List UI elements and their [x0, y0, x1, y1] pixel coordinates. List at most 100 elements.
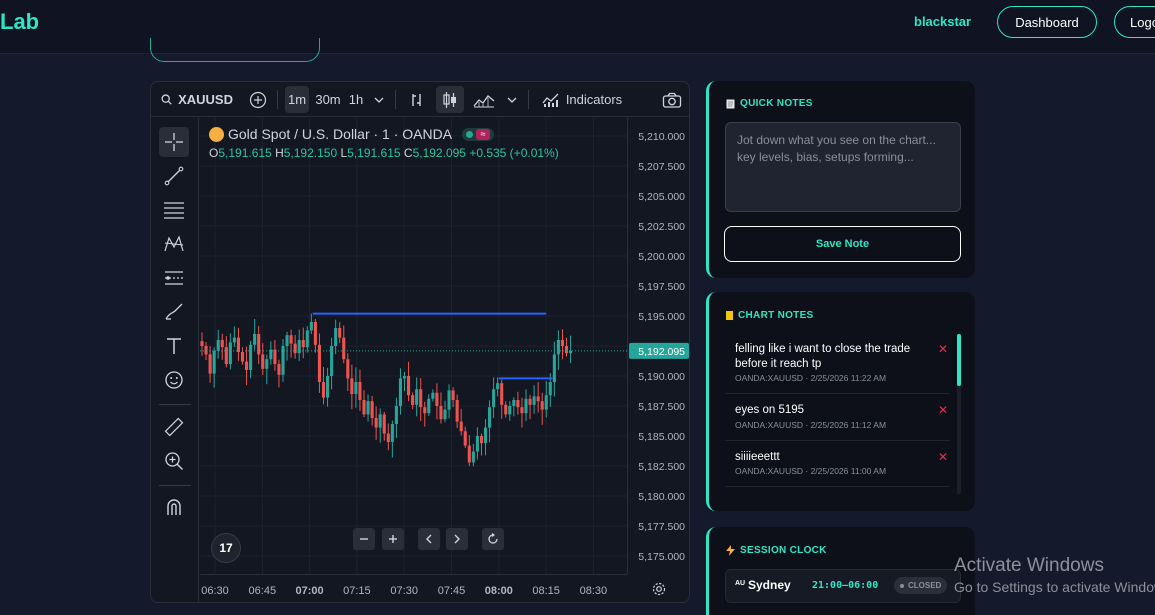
crosshair-icon [165, 133, 183, 151]
note-item[interactable]: felling like i want to close the trade b… [725, 334, 950, 394]
save-note-button[interactable]: Save Note [724, 226, 961, 262]
status-dot-icon [466, 130, 474, 138]
candles-chart-type[interactable] [436, 86, 464, 113]
candle-body [402, 376, 407, 379]
smiley-icon [165, 371, 183, 389]
candle-body [455, 400, 459, 422]
candle-body [293, 343, 297, 354]
drawing-toolbar [151, 118, 199, 602]
session-clock-card: SESSION CLOCK AU Sydney 21:00–06:00 CLOS… [706, 527, 975, 615]
candle-body [427, 398, 431, 414]
add-circle-icon [249, 91, 267, 108]
note-item[interactable]: eyes on 5195 OANDA:XAUUSD · 2/25/2026 11… [725, 394, 950, 441]
indicators-button[interactable]: Indicators [537, 86, 627, 113]
candle-body [338, 328, 342, 338]
candle-body [253, 334, 257, 345]
magnet-tool[interactable] [159, 492, 189, 522]
price-tick-label: 5,205.000 [638, 191, 685, 203]
delete-note-icon[interactable]: ✕ [938, 342, 948, 356]
interval-30m[interactable]: 30m [313, 86, 343, 113]
candle-body [200, 341, 204, 346]
compare-symbol-button[interactable] [247, 86, 269, 113]
candle-body [245, 361, 249, 370]
bars-icon [412, 93, 421, 106]
session-row-sydney: AU Sydney 21:00–06:00 CLOSED [725, 569, 961, 603]
ruler-tool[interactable] [159, 412, 189, 442]
brush-icon [165, 303, 183, 320]
pattern-tool[interactable] [159, 229, 189, 259]
price-tick-label: 5,197.500 [638, 281, 685, 293]
reset-chart-button[interactable] [482, 528, 504, 550]
scroll-right-button[interactable] [446, 528, 468, 550]
zoom-in-icon [165, 452, 183, 470]
candle-body [548, 382, 552, 396]
gear-icon[interactable] [652, 582, 666, 596]
delete-note-icon[interactable]: ✕ [938, 403, 948, 417]
brand-logo[interactable]: Lab [0, 9, 39, 35]
high-value: 5,192.150 [283, 146, 338, 160]
quick-notes-title: QUICK NOTES [726, 98, 813, 109]
emoji-tool[interactable] [159, 365, 189, 395]
close-label: C [403, 146, 413, 160]
zoom-tool[interactable] [159, 446, 189, 476]
plus-icon [389, 535, 397, 543]
candlestick-plot[interactable] [200, 118, 627, 574]
note-item[interactable]: siiiieeettt OANDA:XAUUSD · 2/25/2026 11:… [725, 441, 950, 487]
logout-button[interactable]: Logo [1114, 6, 1155, 38]
price-tick-label: 5,180.000 [638, 491, 685, 503]
candle-body [419, 389, 423, 408]
indicators-label: Indicators [565, 92, 623, 107]
screenshot-button[interactable] [659, 86, 685, 113]
interval-1h[interactable]: 1h [347, 86, 365, 113]
time-tick-label: 07:30 [390, 585, 418, 597]
price-tick-label: 5,175.000 [638, 551, 685, 563]
candle-body [350, 378, 354, 394]
notes-scrollbar-thumb[interactable] [957, 334, 961, 386]
brush-tool[interactable] [159, 297, 189, 327]
candle-body [467, 445, 471, 463]
forecast-tool[interactable] [159, 263, 189, 293]
candle-body [483, 427, 488, 444]
symbol-label: XAUUSD [178, 92, 233, 107]
bar-replay-button[interactable] [405, 86, 429, 113]
tradingview-logo[interactable]: 17 [211, 533, 241, 563]
trend-line-tool[interactable] [159, 161, 189, 191]
candle-body [362, 400, 366, 415]
username[interactable]: blackstar [914, 14, 971, 29]
quick-notes-textarea[interactable]: Jot down what you see on the chart... ke… [725, 122, 961, 212]
zoom-in-button[interactable] [382, 528, 404, 550]
quick-notes-title-text: QUICK NOTES [740, 98, 813, 109]
candle-body [520, 407, 524, 414]
dashboard-button[interactable]: Dashboard [997, 6, 1097, 38]
area-chart-type[interactable] [471, 86, 497, 113]
zoom-out-button[interactable] [353, 528, 375, 550]
session-clock-title-text: SESSION CLOCK [740, 545, 827, 556]
candle-body [301, 340, 305, 348]
candle-body [504, 404, 508, 415]
candle-body [492, 389, 496, 408]
time-axis[interactable]: 06:30 06:45 07:00 07:15 07:30 07:45 08:00 08:15… [200, 574, 627, 603]
symbol-search[interactable]: XAUUSD [157, 86, 233, 113]
candle-body [423, 407, 427, 414]
fib-tool[interactable] [159, 195, 189, 225]
price-axis[interactable]: 5,210.000 5,207.500 5,205.000 5,202.500 5,20… [627, 118, 690, 574]
chart-notes-title-text: CHART NOTES [738, 310, 814, 321]
interval-1m[interactable]: 1m [285, 86, 309, 113]
market-status-badge[interactable]: ≈ [462, 127, 495, 141]
time-tick-label: 07:00 [296, 585, 324, 597]
activate-windows-subtitle: Go to Settings to activate Windows. [954, 579, 1155, 595]
candle-body [236, 337, 240, 352]
candle-body [407, 376, 411, 396]
scroll-left-button[interactable] [418, 528, 440, 550]
lightning-icon [726, 545, 735, 556]
toolbar-divider [395, 90, 396, 109]
minus-icon [360, 538, 368, 540]
chart-type-dropdown[interactable] [504, 86, 520, 113]
session-hours: 21:00–06:00 [812, 580, 879, 591]
text-tool[interactable] [159, 331, 189, 361]
candle-body [342, 337, 346, 360]
delete-note-icon[interactable]: ✕ [938, 450, 948, 464]
candle-body [451, 390, 455, 400]
interval-dropdown[interactable] [371, 86, 387, 113]
crosshair-tool[interactable] [159, 127, 189, 157]
